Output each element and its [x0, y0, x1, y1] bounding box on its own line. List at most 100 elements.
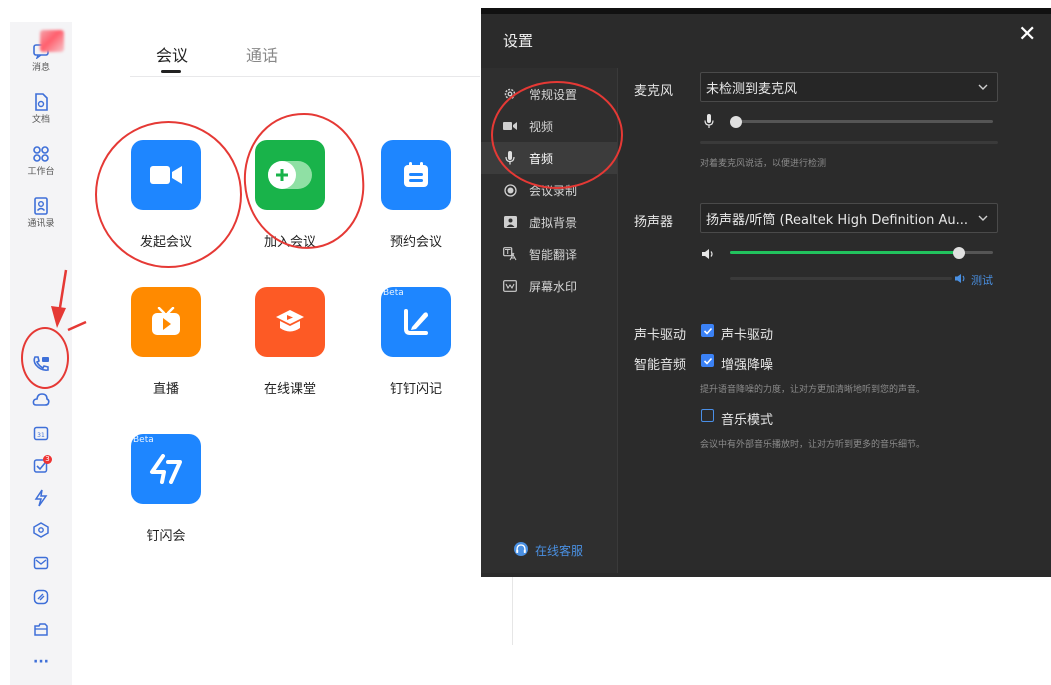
tab-meeting[interactable]: 会议	[156, 42, 188, 66]
gear-icon	[503, 87, 517, 101]
chevron-down-icon	[977, 81, 989, 97]
calendar-icon	[381, 140, 451, 210]
tile-label: 预约会议	[389, 235, 442, 250]
rail-item-apps[interactable]	[10, 522, 72, 538]
drive-icon	[33, 589, 49, 605]
lightning-icon	[34, 489, 48, 507]
annotation-arrow	[51, 269, 87, 332]
music-mode-label: 音乐模式	[721, 413, 774, 428]
rail-item-contacts[interactable]: 通讯录	[10, 197, 72, 229]
tile-label: 钉闪会	[146, 529, 186, 544]
rail-item-docs[interactable]: 文档	[10, 93, 72, 125]
speaker-select[interactable]: 扬声器/听筒 (Realtek High Definition Au...	[700, 203, 998, 233]
online-support-link[interactable]: 在线客服	[513, 541, 583, 560]
cloud-icon	[32, 393, 50, 406]
noise-reduction-label: 增强降噪	[721, 358, 774, 373]
tab-active-indicator	[161, 70, 181, 73]
nav-label: 智能翻译	[529, 247, 578, 262]
speaker-label: 扬声器	[634, 215, 674, 230]
microphone-level-icon	[704, 114, 714, 133]
nav-item-recording[interactable]: 会议录制	[481, 174, 617, 206]
mail-icon	[33, 556, 49, 570]
nav-item-video[interactable]: 视频	[481, 110, 617, 142]
speaker-icon	[954, 273, 967, 287]
tile-label: 发起会议	[139, 235, 192, 250]
rail-item-mail[interactable]	[10, 556, 72, 570]
flash-note-tile[interactable]: Beta 钉钉闪记	[351, 287, 481, 397]
select-value: 未检测到麦克风	[706, 81, 798, 97]
dialog-top-bar	[481, 8, 1051, 14]
tile-label: 直播	[152, 382, 179, 397]
microphone-level-knob[interactable]	[730, 116, 742, 128]
microphone-icon	[503, 151, 517, 165]
close-icon[interactable]: ✕	[1018, 24, 1036, 46]
driver-option-label: 声卡驱动	[721, 328, 774, 343]
nav-item-translate[interactable]: 智能翻译	[481, 238, 617, 270]
rail-more-button[interactable]: ···	[10, 654, 72, 670]
microphone-hint: 对着麦克风说话，以便进行检测	[700, 159, 827, 169]
nav-item-general[interactable]: 常规设置	[481, 78, 617, 110]
nav-label: 音频	[529, 151, 554, 166]
nav-item-watermark[interactable]: 屏幕水印	[481, 270, 617, 302]
schedule-meeting-tile[interactable]: 预约会议	[351, 140, 481, 250]
microphone-meter	[700, 141, 998, 144]
left-rail: 消息 文档 工作台 通讯录 31 3 ···	[10, 22, 72, 685]
speaker-volume-fill	[730, 251, 959, 254]
join-meeting-tile[interactable]: 加入会议	[225, 140, 355, 250]
tile-label: 在线课堂	[263, 382, 316, 397]
video-icon	[503, 121, 517, 131]
online-classroom-tile[interactable]: 在线课堂	[225, 287, 355, 397]
driver-checkbox[interactable]	[701, 324, 714, 337]
meeting-phone-icon	[33, 356, 49, 371]
rail-item-flash[interactable]	[10, 489, 72, 507]
flash-meeting-tile[interactable]: Beta 钉闪会	[101, 434, 231, 544]
select-value: 扬声器/听筒 (Realtek High Definition Au...	[706, 212, 968, 228]
speaker-meter	[730, 277, 952, 280]
rail-label: 文档	[31, 115, 50, 125]
microphone-level-track	[731, 120, 993, 123]
music-mode-hint: 会议中有外部音乐播放时，让对方听到更多的音乐细节。	[700, 440, 926, 450]
noise-reduction-checkbox[interactable]	[701, 354, 714, 367]
folder-icon	[34, 623, 48, 636]
virtual-background-icon	[503, 216, 517, 228]
microphone-label: 麦克风	[634, 84, 674, 99]
rail-item-todo[interactable]: 3	[10, 455, 72, 476]
beta-badge: Beta	[383, 288, 404, 298]
translate-icon	[503, 247, 517, 261]
live-tile[interactable]: 直播	[101, 287, 231, 397]
rail-label: 通讯录	[27, 219, 55, 229]
tile-label: 钉钉闪记	[389, 382, 442, 397]
nav-label: 虚拟背景	[529, 215, 578, 230]
headset-icon	[513, 541, 529, 560]
speaker-test-button[interactable]: 测试	[954, 272, 993, 288]
rail-label: 工作台	[27, 167, 55, 177]
rail-item-folder[interactable]	[10, 622, 72, 638]
tab-call[interactable]: 通话	[246, 42, 278, 66]
nav-label: 常规设置	[529, 87, 578, 102]
nav-label: 屏幕水印	[529, 279, 578, 294]
start-meeting-tile[interactable]: 发起会议	[101, 140, 231, 250]
volume-icon	[701, 245, 715, 264]
classroom-icon	[255, 287, 325, 357]
rail-label: 消息	[31, 63, 50, 73]
tabs-divider	[130, 76, 480, 77]
video-camera-icon	[131, 140, 201, 210]
nav-label: 视频	[529, 119, 554, 134]
speaker-volume-knob[interactable]	[953, 247, 965, 259]
noise-reduction-hint: 提升语音降噪的力度，让对方更加清晰地听到您的声音。	[700, 385, 926, 395]
nav-item-virtual-background[interactable]: 虚拟背景	[481, 206, 617, 238]
rail-item-disk[interactable]	[10, 589, 72, 605]
settings-dialog: 设置 ✕ 常规设置 视频 音频 会议录制 虚拟背景 智能翻译 屏幕水印 在线客服…	[481, 8, 1051, 577]
svg-text:31: 31	[37, 432, 45, 439]
rail-item-cloud[interactable]	[10, 392, 72, 408]
watermark-icon	[503, 280, 517, 292]
avatar[interactable]	[40, 30, 64, 52]
rail-item-meeting[interactable]	[10, 354, 72, 374]
microphone-select[interactable]: 未检测到麦克风	[700, 72, 998, 102]
nav-item-audio[interactable]: 音频	[481, 142, 617, 174]
music-mode-checkbox[interactable]	[701, 409, 714, 422]
nav-label: 会议录制	[529, 183, 578, 198]
rail-item-workbench[interactable]: 工作台	[10, 145, 72, 177]
settings-nav: 常规设置 视频 音频 会议录制 虚拟背景 智能翻译 屏幕水印	[481, 68, 618, 573]
rail-item-calendar[interactable]: 31	[10, 425, 72, 441]
